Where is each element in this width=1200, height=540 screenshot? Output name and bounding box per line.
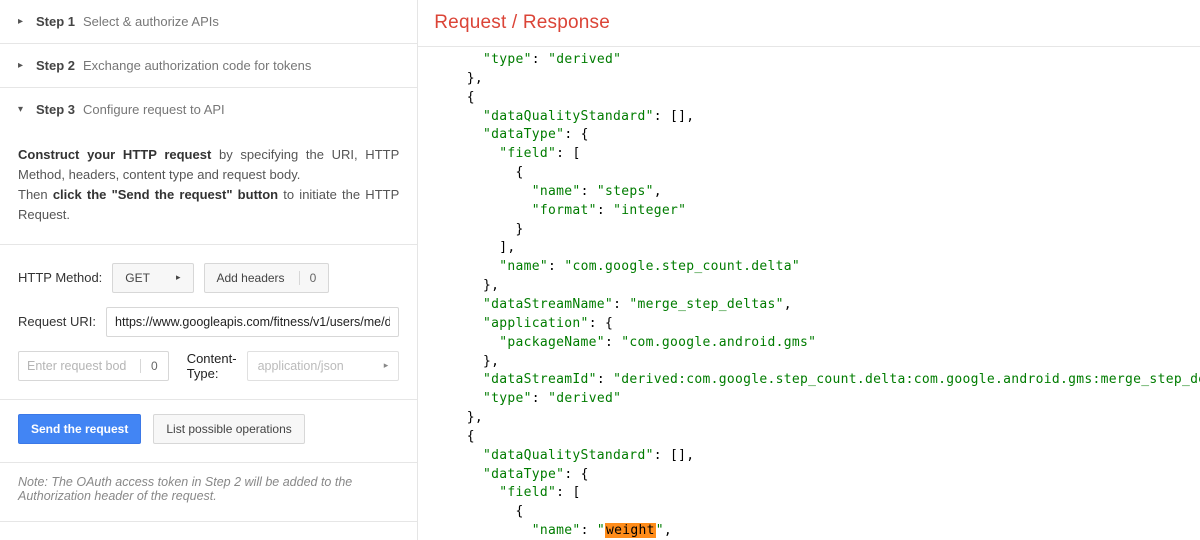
chevron-right-icon: ▸ <box>384 360 389 371</box>
chevron-right-icon: ▸ <box>176 272 181 283</box>
step-2[interactable]: ▸ Step 2 Exchange authorization code for… <box>0 44 417 88</box>
send-request-button[interactable]: Send the request <box>18 414 141 444</box>
chevron-down-icon: ▾ <box>18 104 28 115</box>
step-3-instructions: Construct your HTTP request by specifyin… <box>0 131 417 245</box>
list-operations-button[interactable]: List possible operations <box>153 414 304 444</box>
add-headers-button[interactable]: Add headers 0 <box>204 263 330 293</box>
content-type-dropdown[interactable]: application/json ▸ <box>247 351 400 381</box>
request-uri-input[interactable] <box>106 307 399 337</box>
step-3-num: Step 3 <box>36 102 75 117</box>
content-type-label: Content-Type: <box>187 351 237 381</box>
step-1-num: Step 1 <box>36 14 75 29</box>
step-1[interactable]: ▸ Step 1 Select & authorize APIs <box>0 0 417 44</box>
request-uri-label: Request URI: <box>18 314 96 329</box>
step-1-title: Select & authorize APIs <box>83 14 219 29</box>
json-response: "type": "derived" }, { "dataQualityStand… <box>434 51 1200 540</box>
step-3-title: Configure request to API <box>83 102 225 117</box>
step-2-title: Exchange authorization code for tokens <box>83 58 311 73</box>
response-heading: Request / Response <box>434 12 1200 34</box>
request-body-input[interactable] <box>19 359 134 373</box>
response-heading-wrap: Request / Response <box>418 0 1200 47</box>
request-body-input-wrap[interactable]: 0 <box>18 351 169 381</box>
http-method-label: HTTP Method: <box>18 270 102 285</box>
oauth-note: Note: The OAuth access token in Step 2 w… <box>0 463 417 522</box>
step-3[interactable]: ▾ Step 3 Configure request to API <box>0 88 417 131</box>
http-method-dropdown[interactable]: GET ▸ <box>112 263 193 293</box>
chevron-right-icon: ▸ <box>18 60 28 71</box>
step-2-num: Step 2 <box>36 58 75 73</box>
chevron-right-icon: ▸ <box>18 16 28 27</box>
